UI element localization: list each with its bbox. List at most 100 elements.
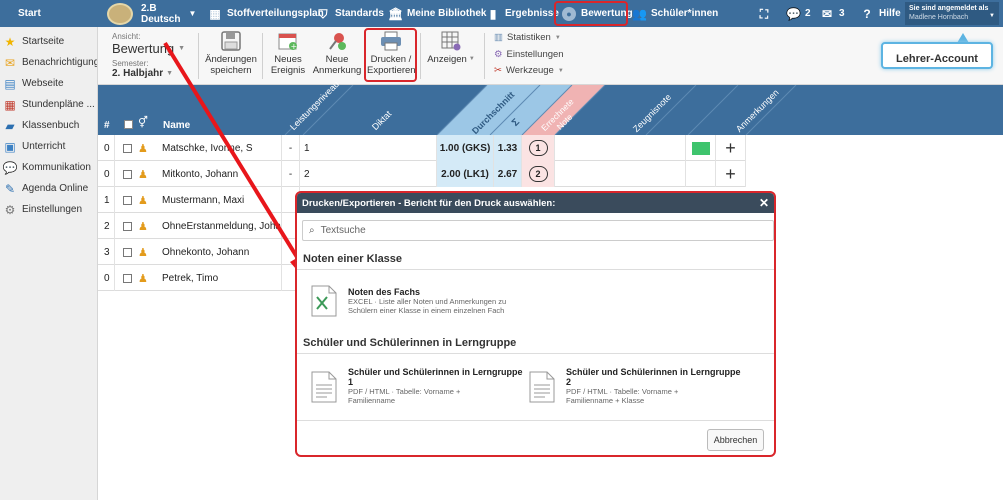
- webpage-icon: ▤: [4, 76, 16, 91]
- new-event-button[interactable]: + Neues Ereignis: [268, 30, 308, 82]
- level-cell[interactable]: -: [282, 161, 300, 187]
- section-heading-class-grades: Noten einer Klasse: [297, 248, 774, 270]
- statistics-menu[interactable]: ▥ Statistiken ▼: [494, 32, 561, 43]
- nav-standards[interactable]: ⛉ Standards: [316, 0, 383, 27]
- row-checkbox[interactable]: [123, 195, 132, 205]
- dialog-title: Drucken/Exportieren - Bericht für den Dr…: [302, 197, 556, 209]
- chat-icon: 💬: [786, 6, 801, 21]
- start-link[interactable]: Start: [18, 0, 41, 27]
- nav-label: Meine Bibliothek: [407, 8, 487, 19]
- add-note-icon[interactable]: +: [716, 135, 746, 161]
- report-item-subject-grades[interactable]: Noten des Fachs EXCEL · Liste aller Note…: [311, 285, 541, 321]
- semester-value: 2. Halbjahr: [112, 68, 164, 79]
- sidebar-item-klassenbuch[interactable]: ▰ Klassenbuch: [0, 115, 97, 136]
- sidebar-item-stundenplaene[interactable]: ▦ Stundenpläne ...: [0, 94, 97, 115]
- row-checkbox[interactable]: [123, 221, 132, 231]
- grades-table-header: # ⚥ Name Leistungsniveau Diktat Durchsch…: [98, 79, 1003, 136]
- close-icon[interactable]: ✕: [759, 196, 769, 210]
- semester-selector[interactable]: Semester: 2. Halbjahr ▼: [112, 59, 192, 79]
- chevron-down-icon: ▼: [554, 34, 561, 41]
- row-number: 1: [98, 187, 115, 213]
- search-input[interactable]: ⌕ Textsuche: [302, 220, 774, 241]
- sidebar-item-label: Unterricht: [22, 141, 66, 152]
- chat-button[interactable]: 💬 2: [786, 0, 811, 27]
- shield-icon: ⛉: [318, 6, 328, 21]
- help-button[interactable]: ? Hilfe: [860, 0, 901, 27]
- row-number: 0: [98, 265, 115, 291]
- subject-name: Deutsch: [141, 13, 181, 25]
- diktat-grade-cell[interactable]: 2: [300, 161, 437, 187]
- nav-stoffverteilungsplan[interactable]: ▦ Stoffverteilungsplan: [208, 0, 324, 27]
- class-selector[interactable]: 2.B Deutsch ▼: [107, 0, 196, 27]
- view-label: Ansicht:: [112, 32, 141, 41]
- level-cell[interactable]: -: [282, 135, 300, 161]
- sidebar-item-label: Einstellungen: [22, 204, 83, 215]
- report-item-learning-group-1[interactable]: Schüler und Schülerinnen in Lerngruppe 1…: [311, 367, 531, 409]
- settings-menu[interactable]: ⚙ Einstellungen: [494, 49, 564, 60]
- chevron-down-icon: ▼: [178, 45, 186, 52]
- document-file-icon: [529, 371, 555, 403]
- row-checkbox[interactable]: [123, 247, 132, 257]
- report-title: Schüler und Schülerinnen in Lerngruppe 1: [348, 367, 523, 387]
- help-label: Hilfe: [879, 8, 901, 19]
- sidebar-item-kommunikation[interactable]: 💬 Kommunikation: [0, 157, 97, 178]
- document-file-icon: [311, 371, 337, 403]
- calendar-icon: ▦: [209, 6, 221, 21]
- chat-count: 2: [805, 8, 811, 19]
- nav-meine-bibliothek[interactable]: 🏛 Meine Bibliothek: [388, 0, 486, 27]
- chevron-down-icon: ▼: [166, 70, 174, 77]
- save-changes-button[interactable]: Änderungen speichern: [204, 30, 258, 82]
- student-name[interactable]: Mitkonto, Johann: [156, 161, 282, 187]
- show-dropdown-button[interactable]: Anzeigen ▼: [427, 30, 475, 82]
- print-export-dialog: Drucken/Exportieren - Bericht für den Dr…: [295, 191, 776, 457]
- gender-icon: ⚥: [138, 117, 148, 129]
- mail-icon: ✉: [821, 6, 833, 21]
- sidebar-item-startseite[interactable]: ★ Startseite: [0, 31, 97, 52]
- help-icon: ?: [863, 6, 871, 21]
- tools-menu[interactable]: ✂ Werkzeuge ▼: [494, 65, 564, 76]
- select-all-checkbox[interactable]: [124, 120, 133, 129]
- lesson-icon: ▣: [4, 139, 16, 154]
- table-row: 0 ♟ Mitkonto, Johann - 2 2.00 (LK1) 2.67…: [98, 161, 746, 187]
- student-name[interactable]: Ohnekonto, Johann: [156, 239, 282, 265]
- student-name[interactable]: Petrek, Timo: [156, 265, 282, 291]
- row-checkbox[interactable]: [123, 273, 132, 283]
- sidebar-item-webseite[interactable]: ▤ Webseite: [0, 73, 97, 94]
- calendar-add-icon: +: [277, 30, 299, 52]
- report-item-learning-group-2[interactable]: Schüler und Schülerinnen in Lerngruppe 2…: [529, 367, 759, 409]
- cancel-button[interactable]: Abbrechen: [707, 429, 764, 451]
- report-title: Noten des Fachs: [348, 287, 421, 297]
- report-grade-cell[interactable]: [555, 135, 686, 161]
- student-name[interactable]: Mustermann, Maxi: [156, 187, 282, 213]
- mail-button[interactable]: ✉ 3: [820, 0, 845, 27]
- ribbon-toolbar: Ansicht: Bewertung ▼ Semester: 2. Halbjah…: [98, 27, 1003, 85]
- fullscreen-icon[interactable]: ⛶: [757, 0, 776, 27]
- add-note-icon[interactable]: +: [716, 161, 746, 187]
- view-selector[interactable]: Ansicht: Bewertung ▼: [112, 32, 192, 56]
- notes-cell[interactable]: [686, 161, 716, 187]
- sidebar-item-agenda-online[interactable]: ✎ Agenda Online: [0, 178, 97, 199]
- student-name[interactable]: OhneErstanmeldung, Johann: [156, 213, 282, 239]
- notes-cell[interactable]: [686, 135, 716, 161]
- grade-badge: 1: [528, 140, 548, 156]
- nav-label: Stoffverteilungsplan: [227, 8, 324, 19]
- nav-label: Ergebnisse: [505, 8, 559, 19]
- row-number: 0: [98, 161, 115, 187]
- sidebar-item-benachrichtigungen[interactable]: ✉ Benachrichtigungen: [0, 52, 97, 73]
- sidebar-item-einstellungen[interactable]: ⚙ Einstellungen: [0, 199, 97, 220]
- row-checkbox[interactable]: [123, 143, 132, 153]
- average-cell: 2.00 (LK1): [437, 161, 494, 187]
- chevron-down-icon: ▼: [188, 9, 197, 18]
- row-checkbox[interactable]: [123, 169, 132, 179]
- sidebar-item-label: Agenda Online: [22, 183, 89, 194]
- nav-ergebnisse[interactable]: ▮ Ergebnisse: [486, 0, 559, 27]
- report-grade-cell[interactable]: [555, 161, 686, 187]
- diktat-grade-cell[interactable]: 1: [300, 135, 437, 161]
- student-name[interactable]: Matschke, Ivonne, S: [156, 135, 282, 161]
- user-menu[interactable]: Sie sind angemeldet als Madlene Hornbach…: [905, 2, 999, 25]
- nav-schueler-innen[interactable]: 👥 Schüler*innen: [632, 0, 718, 27]
- sidebar-item-unterricht[interactable]: ▣ Unterricht: [0, 136, 97, 157]
- top-navigation-bar: Start 2.B Deutsch ▼ ▦ Stoffverteilungspla…: [0, 0, 1003, 27]
- new-note-button[interactable]: Neue Anmerkung: [311, 30, 363, 82]
- pin-icon: [326, 30, 348, 52]
